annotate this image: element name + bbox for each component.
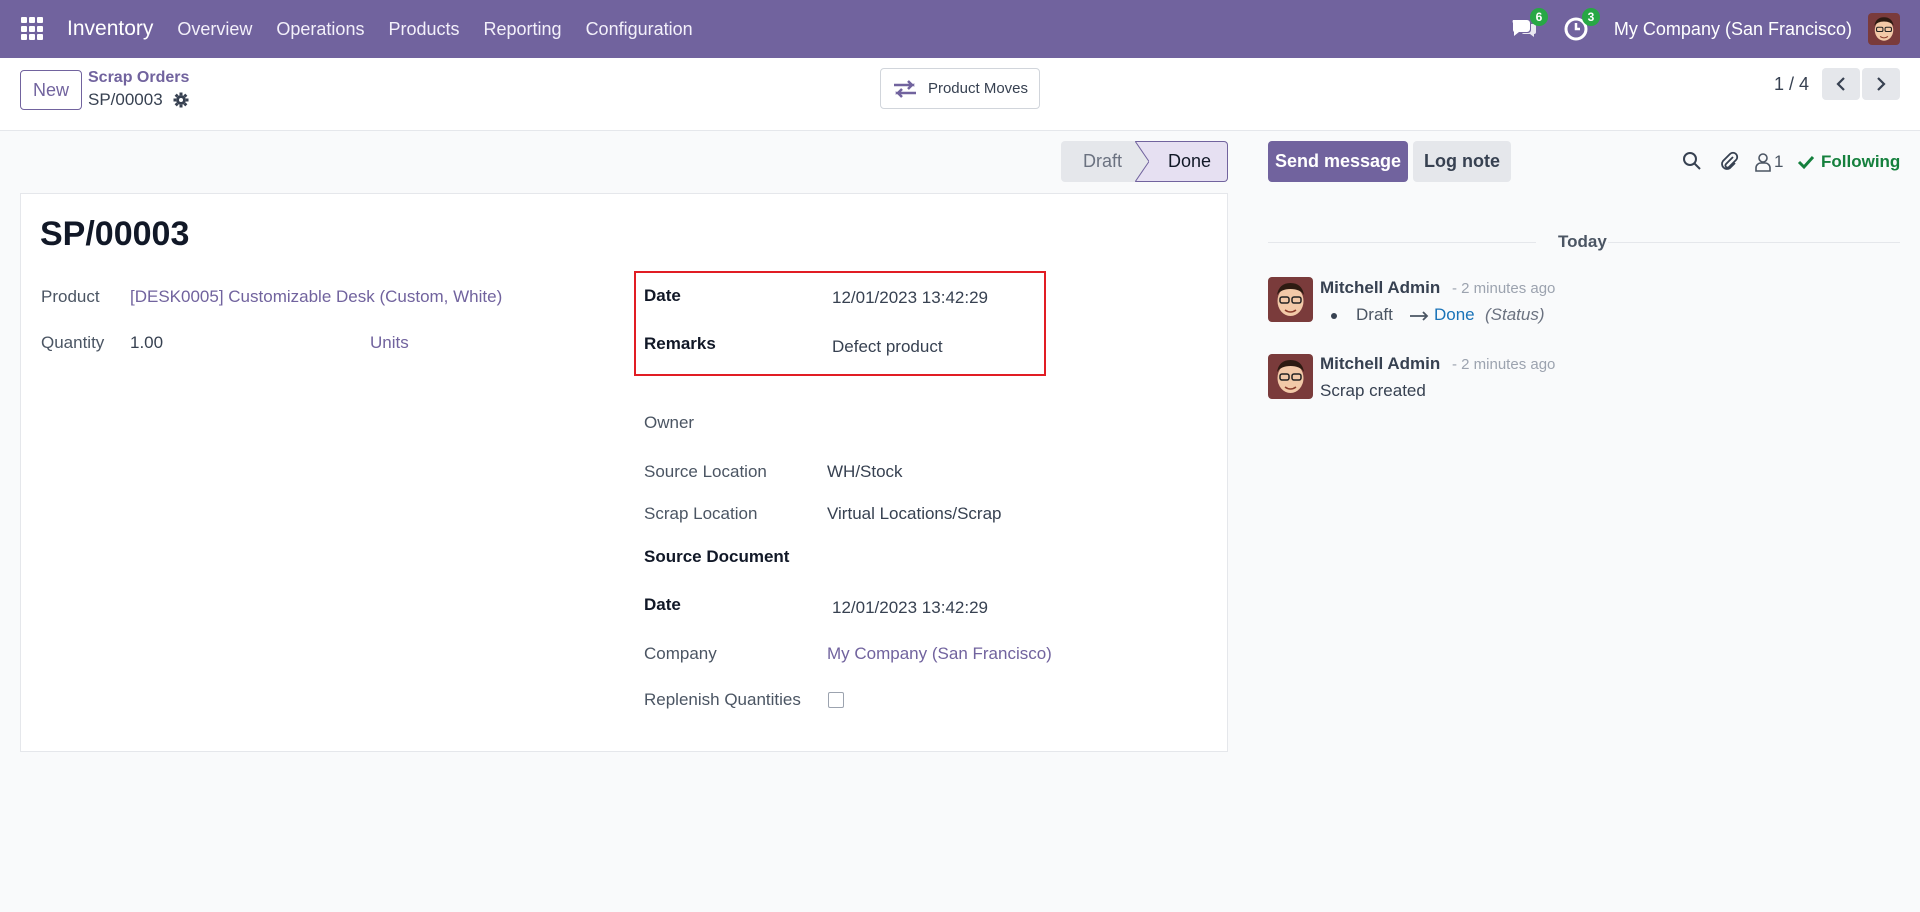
- pager-value[interactable]: 1 / 4: [1774, 74, 1809, 95]
- message-avatar[interactable]: [1268, 354, 1313, 399]
- remarks-label: Remarks: [644, 334, 716, 353]
- transfer-arrows-icon: [893, 79, 916, 98]
- breadcrumb-current-label: SP/00003: [88, 90, 163, 109]
- user-avatar-image: [1868, 13, 1900, 45]
- tracking-old-value: Draft: [1356, 305, 1393, 324]
- search-icon[interactable]: [1682, 151, 1702, 171]
- status-arrow-separator: [1135, 141, 1149, 182]
- nav-products[interactable]: Products: [376, 19, 471, 40]
- form-sheet: [20, 193, 1228, 752]
- message-time: - 2 minutes ago: [1452, 280, 1556, 297]
- pager-next-button[interactable]: [1862, 68, 1900, 100]
- pager-previous-button[interactable]: [1822, 68, 1860, 100]
- product-field[interactable]: [DESK0005] Customizable Desk (Custom, Wh…: [130, 287, 502, 307]
- tracking-new-value: Done: [1434, 305, 1475, 324]
- send-message-button[interactable]: Send message: [1268, 141, 1408, 182]
- uom-field[interactable]: Units: [370, 333, 409, 353]
- message-author[interactable]: Mitchell Admin: [1320, 354, 1440, 374]
- highlight-box: [634, 271, 1046, 376]
- source-document-label: Source Document: [644, 547, 790, 566]
- company-field[interactable]: My Company (San Francisco): [827, 644, 1052, 664]
- date-label: Date: [644, 286, 681, 305]
- log-note-button[interactable]: Log note: [1413, 141, 1511, 182]
- quantity-label: Quantity: [41, 333, 105, 352]
- message-avatar[interactable]: [1268, 277, 1313, 322]
- date2-label: Date: [644, 595, 681, 614]
- followers-count: 1: [1774, 152, 1784, 171]
- messages-count-badge: 6: [1529, 8, 1548, 26]
- app-name[interactable]: Inventory: [67, 17, 153, 41]
- source-location-label: Source Location: [644, 462, 767, 481]
- messaging-menu[interactable]: 6: [1510, 8, 1548, 44]
- breadcrumb-current: SP/00003: [88, 90, 189, 110]
- owner-label: Owner: [644, 413, 695, 432]
- top-navbar: Inventory Overview Operations Products R…: [0, 0, 1920, 58]
- nav-configuration[interactable]: Configuration: [574, 19, 705, 40]
- arrow-right-icon: [1410, 311, 1429, 321]
- new-button[interactable]: New: [20, 70, 82, 110]
- gear-icon[interactable]: [173, 92, 189, 108]
- date2-field[interactable]: 12/01/2023 13:42:29: [832, 598, 988, 618]
- quantity-field[interactable]: 1.00: [130, 333, 163, 353]
- nav-reporting[interactable]: Reporting: [472, 19, 574, 40]
- date-separator-line-left: [1268, 242, 1536, 243]
- status-done[interactable]: Done: [1136, 141, 1228, 182]
- followers-button[interactable]: 1: [1754, 152, 1783, 172]
- tracking-bullet: [1331, 313, 1337, 319]
- replenish-label: Replenish Quantities: [644, 690, 801, 709]
- scrap-location-field[interactable]: Virtual Locations/Scrap: [827, 504, 1002, 524]
- control-panel: New Scrap Orders SP/00003 Product Moves …: [0, 58, 1920, 131]
- author-avatar-image: [1268, 354, 1313, 399]
- company-switcher[interactable]: My Company (San Francisco): [1614, 19, 1852, 40]
- product-label: Product: [41, 287, 100, 306]
- nav-overview[interactable]: Overview: [165, 19, 264, 40]
- product-moves-label: Product Moves: [927, 80, 1029, 97]
- following-button[interactable]: Following: [1797, 152, 1900, 172]
- tracking-field-name: (Status): [1485, 305, 1545, 324]
- paperclip-icon[interactable]: [1719, 151, 1739, 171]
- remarks-field[interactable]: Defect product: [832, 337, 943, 357]
- user-icon: [1755, 153, 1771, 172]
- nav-operations[interactable]: Operations: [264, 19, 376, 40]
- following-label: Following: [1821, 152, 1901, 171]
- apps-menu-icon[interactable]: [21, 17, 45, 41]
- chevron-right-icon: [1877, 77, 1886, 91]
- date-field[interactable]: 12/01/2023 13:42:29: [832, 288, 988, 308]
- user-avatar[interactable]: [1868, 13, 1900, 45]
- record-title: SP/00003: [40, 215, 190, 253]
- replenish-checkbox[interactable]: [828, 692, 844, 708]
- message-body: Scrap created: [1320, 381, 1426, 400]
- date-separator-label: Today: [1558, 232, 1607, 251]
- product-moves-button[interactable]: Product Moves: [880, 68, 1040, 109]
- message-author[interactable]: Mitchell Admin: [1320, 278, 1440, 298]
- date-separator-line-right: [1608, 242, 1900, 243]
- breadcrumb-scrap-orders[interactable]: Scrap Orders: [88, 69, 189, 87]
- author-avatar-image: [1268, 277, 1313, 322]
- status-draft[interactable]: Draft: [1061, 141, 1145, 182]
- scrap-location-label: Scrap Location: [644, 504, 758, 523]
- activity-menu[interactable]: 3: [1562, 8, 1600, 44]
- message-time: - 2 minutes ago: [1452, 356, 1556, 373]
- chevron-left-icon: [1836, 77, 1845, 91]
- activities-count-badge: 3: [1581, 8, 1600, 26]
- company-label: Company: [644, 644, 717, 663]
- check-icon: [1797, 155, 1815, 170]
- source-location-field[interactable]: WH/Stock: [827, 462, 903, 482]
